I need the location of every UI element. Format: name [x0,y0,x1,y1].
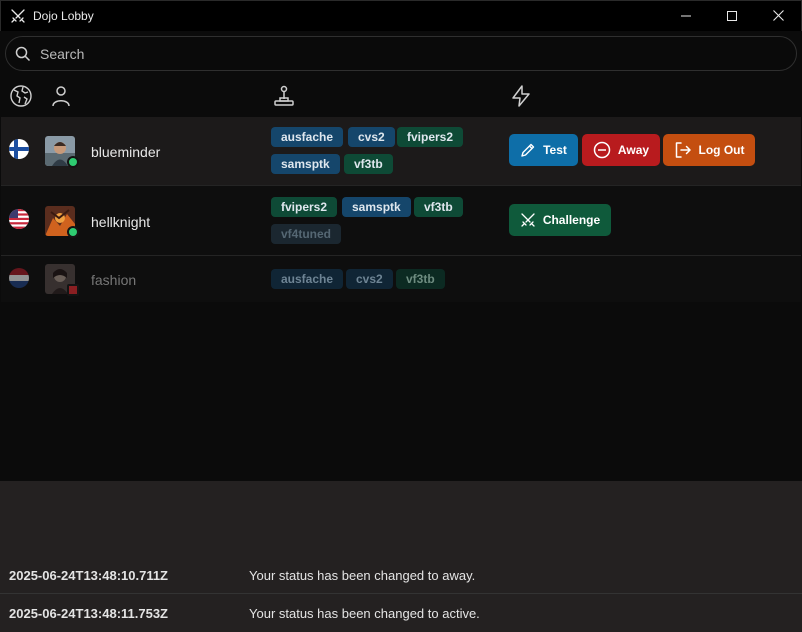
globe-icon[interactable] [9,84,33,108]
game-tag: ausfache [271,269,344,289]
minimize-button[interactable] [663,1,709,32]
username[interactable]: blueminder [91,144,160,160]
crossed-swords-icon [520,212,536,228]
log-out-button-label: Log Out [698,143,745,157]
log-timestamp: 2025-06-24T13:48:11.753Z [9,605,169,621]
log-entry: 2025-06-24T13:48:11.753Z Your status has… [0,595,802,631]
person-icon[interactable] [49,84,73,108]
flag-netherlands-icon [9,268,29,288]
player-row[interactable]: hellknight fvipers2 samsptk vf3tb vf4tun… [1,186,801,256]
log-out-button[interactable]: Log Out [663,134,755,166]
pencil-icon [520,142,536,158]
username[interactable]: fashion [91,272,136,288]
search-bar[interactable] [5,36,797,71]
game-tag: vf4tuned [271,224,342,244]
game-tag: cvs2 [348,127,395,147]
status-log-panel: 2025-06-24T13:48:10.711Z Your status has… [0,481,802,632]
away-button-label: Away [617,143,650,157]
log-timestamp: 2025-06-24T13:48:10.711Z [9,568,169,583]
title-bar: Dojo Lobby [0,0,802,31]
game-tag: fvipers2 [271,197,338,217]
game-tag: samsptk [271,154,340,174]
username[interactable]: hellknight [91,214,150,230]
challenge-button-label: Challenge [542,213,601,227]
away-button[interactable]: Away [582,134,660,166]
game-tag: fvipers2 [397,127,464,147]
maximize-button[interactable] [709,1,755,32]
close-icon [772,8,784,26]
close-button[interactable] [755,1,801,32]
game-tag: cvs2 [346,269,393,289]
window-title: Dojo Lobby [33,9,94,23]
log-message: Your status has been changed to active. [249,605,480,621]
flag-united-states-icon [9,209,29,229]
log-message: Your status has been changed to away. [249,568,476,583]
online-status-dot [67,226,79,238]
player-row[interactable]: fashion ausfache cvs2 vf3tb [1,256,801,302]
minus-circle-icon [593,141,611,159]
crossed-swords-icon [9,7,27,25]
log-entry: 2025-06-24T13:48:10.711Z Your status has… [0,558,802,594]
game-tag: vf3tb [414,197,463,217]
search-icon [15,46,31,62]
player-row[interactable]: blueminder ausfache cvs2 fvipers2 samspt… [1,117,801,186]
challenge-button[interactable]: Challenge [509,204,611,236]
game-tag: ausfache [271,127,344,147]
away-status-badge [67,284,79,296]
test-button[interactable]: Test [509,134,578,166]
logout-icon [674,141,692,159]
minimize-icon [681,8,691,26]
lightning-icon[interactable] [509,84,533,108]
game-tag: vf3tb [396,269,445,289]
maximize-icon [727,8,737,26]
test-button-label: Test [543,143,567,157]
online-status-dot [67,156,79,168]
search-input[interactable] [40,45,796,62]
flag-finland-icon [9,139,29,159]
joystick-icon[interactable] [272,84,296,108]
game-tag: samsptk [342,197,411,217]
game-tag: vf3tb [344,154,393,174]
